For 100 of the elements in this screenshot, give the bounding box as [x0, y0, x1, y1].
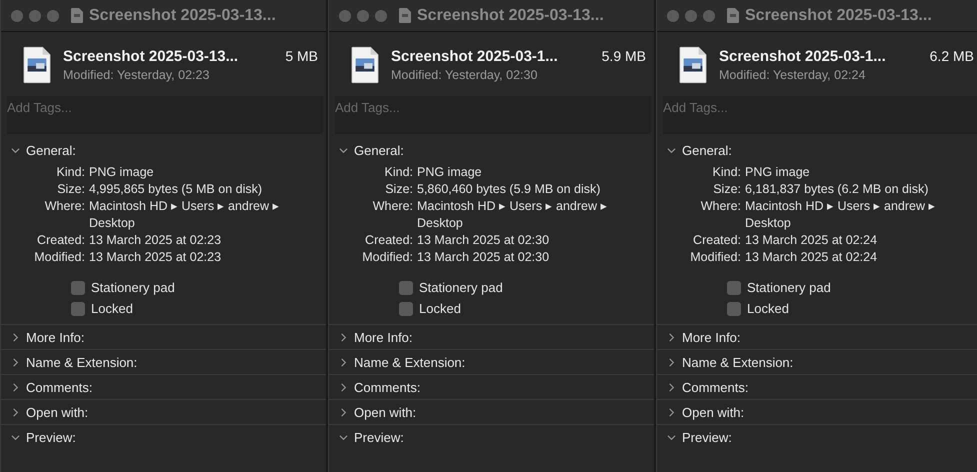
tags-field[interactable]: Add Tags...	[663, 96, 977, 134]
chevron-icon	[339, 382, 348, 392]
section-header[interactable]: General:	[329, 138, 654, 162]
field-value: 5,860,460 bytes (5.9 MB on disk)	[417, 181, 602, 198]
chevron-icon	[667, 332, 676, 342]
tags-field[interactable]: Add Tags...	[7, 96, 323, 134]
section-header[interactable]: General:	[1, 138, 326, 162]
section-header[interactable]: More Info:	[329, 324, 654, 349]
minimize-button[interactable]	[685, 10, 697, 22]
field-value: 13 March 2025 at 02:24	[745, 249, 878, 266]
field-label: Size:	[384, 181, 413, 198]
chevron-icon	[667, 146, 676, 154]
minimize-button[interactable]	[357, 10, 369, 22]
section-title: Preview:	[26, 430, 76, 444]
field-label: Size:	[56, 181, 85, 198]
chevron-icon	[11, 358, 20, 366]
section-header[interactable]: Preview:	[329, 424, 654, 449]
minimize-button[interactable]	[29, 10, 41, 22]
field-value: 13 March 2025 at 02:23	[89, 232, 222, 249]
field-value: Macintosh HD ▸ Users ▸ andrew ▸ Desktop	[745, 198, 937, 232]
chevron-icon	[667, 382, 676, 392]
section-title: Comments:	[26, 380, 92, 394]
checkbox[interactable]	[71, 280, 85, 294]
zoom-button[interactable]	[703, 10, 715, 22]
field-value: PNG image	[745, 164, 811, 181]
field-label: Where:	[372, 198, 413, 215]
section-header[interactable]: Open with:	[1, 399, 326, 424]
field-label: Kind:	[384, 164, 413, 181]
field-label: Created:	[364, 232, 413, 249]
checkbox[interactable]	[399, 302, 413, 316]
field-label: Kind:	[712, 164, 741, 181]
chevron-icon	[11, 332, 20, 342]
document-icon	[71, 8, 83, 23]
chevron-icon	[339, 408, 348, 416]
section-title: Open with:	[682, 404, 744, 420]
field-value: PNG image	[417, 164, 483, 181]
window-title: Screenshot 2025-03-13...	[417, 6, 604, 24]
section-header[interactable]: More Info:	[657, 324, 977, 349]
checkbox[interactable]	[727, 302, 741, 316]
window-title: Screenshot 2025-03-13...	[89, 6, 276, 24]
field-value: 13 March 2025 at 02:30	[417, 249, 550, 266]
section-header[interactable]: Comments:	[657, 374, 977, 399]
section-title: General:	[26, 142, 76, 158]
checkbox[interactable]	[71, 302, 85, 316]
chevron-icon	[11, 146, 20, 154]
field-label: Created:	[36, 232, 85, 249]
chevron-icon	[11, 408, 20, 416]
section-header[interactable]: Comments:	[329, 374, 654, 399]
file-name: Screenshot 2025-03-1...	[391, 48, 558, 65]
checkbox[interactable]	[727, 280, 741, 294]
section-header[interactable]: Open with:	[329, 399, 654, 424]
field-value: Macintosh HD ▸ Users ▸ andrew ▸ Desktop	[89, 198, 281, 232]
section-title: Preview:	[682, 430, 732, 444]
chevron-icon	[11, 432, 20, 442]
section-header[interactable]: Name & Extension:	[1, 349, 326, 374]
chevron-icon	[339, 358, 348, 366]
close-button[interactable]	[339, 10, 351, 22]
image-file-icon	[351, 46, 379, 84]
section-title: Name & Extension:	[354, 354, 466, 370]
zoom-button[interactable]	[47, 10, 59, 22]
close-button[interactable]	[11, 10, 23, 22]
section-header[interactable]: Name & Extension:	[657, 349, 977, 374]
section-header[interactable]: More Info:	[1, 324, 326, 349]
section-header[interactable]: Preview:	[657, 424, 977, 449]
field-label: Where:	[44, 198, 85, 215]
field-label: Modified:	[33, 249, 85, 266]
field-label: Size:	[712, 181, 741, 198]
field-value: Macintosh HD ▸ Users ▸ andrew ▸ Desktop	[417, 198, 609, 232]
checkbox-label: Stationery pad	[747, 280, 831, 295]
field-label: Kind:	[56, 164, 85, 181]
section-header[interactable]: Open with:	[657, 399, 977, 424]
zoom-button[interactable]	[375, 10, 387, 22]
field-label: Where:	[700, 198, 741, 215]
image-file-icon	[679, 46, 707, 84]
field-value: PNG image	[89, 164, 155, 181]
field-value: 6,181,837 bytes (6.2 MB on disk)	[745, 181, 930, 198]
chevron-icon	[339, 432, 348, 442]
section-title: More Info:	[354, 330, 413, 344]
close-button[interactable]	[667, 10, 679, 22]
document-icon	[399, 8, 411, 23]
section-title: Comments:	[682, 380, 748, 394]
section-header[interactable]: Comments:	[1, 374, 326, 399]
modified-date: Modified: Yesterday, 02:30	[391, 68, 538, 82]
checkbox-label: Locked	[419, 301, 461, 316]
chevron-icon	[667, 358, 676, 366]
file-size: 5 MB	[285, 48, 318, 64]
chevron-icon	[339, 146, 348, 154]
section-title: Open with:	[26, 404, 88, 420]
field-label: Modified:	[361, 249, 413, 266]
chevron-icon	[339, 332, 348, 342]
section-header[interactable]: Name & Extension:	[329, 349, 654, 374]
section-header[interactable]: General:	[657, 138, 977, 162]
file-name: Screenshot 2025-03-13...	[63, 48, 238, 65]
window-title: Screenshot 2025-03-13...	[745, 6, 932, 24]
checkbox[interactable]	[399, 280, 413, 294]
tags-field[interactable]: Add Tags...	[335, 96, 651, 134]
chevron-icon	[667, 408, 676, 416]
checkbox-label: Stationery pad	[91, 280, 175, 295]
chevron-icon	[11, 382, 20, 392]
section-header[interactable]: Preview:	[1, 424, 326, 449]
